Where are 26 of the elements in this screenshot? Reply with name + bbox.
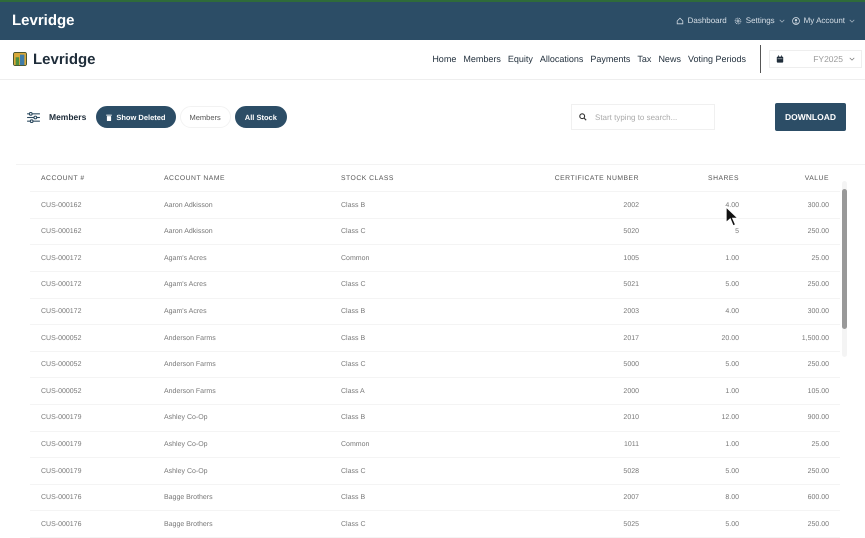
top-link[interactable]: Settings [734, 16, 785, 26]
top-link[interactable]: Dashboard [676, 16, 727, 26]
calendar-icon [776, 55, 784, 64]
caret-icon [849, 57, 855, 62]
nav-link[interactable]: News [658, 54, 681, 64]
nav-link[interactable]: Tax [637, 54, 652, 64]
nav-link[interactable]: Allocations [540, 54, 584, 64]
nav-link[interactable]: Payments [590, 54, 630, 64]
nav-link[interactable]: Home [432, 54, 456, 64]
page-title: Members [49, 112, 86, 122]
download-button[interactable]: DOWNLOAD [775, 103, 846, 132]
search-icon [579, 113, 587, 122]
search-field[interactable]: Start typing to search... [571, 104, 715, 130]
filter-icon[interactable] [27, 112, 40, 123]
home-icon [676, 16, 684, 25]
brand-name: Levridge [12, 12, 75, 30]
scrollbar[interactable] [842, 181, 847, 358]
trash-icon [106, 114, 112, 121]
brand-name: Levridge [33, 50, 96, 68]
user-icon [792, 16, 800, 25]
nav-link[interactable]: Voting Periods [688, 54, 746, 64]
nav-link[interactable]: Equity [508, 54, 533, 64]
top-link[interactable]: My Account [792, 16, 855, 26]
settings-icon [734, 16, 742, 25]
nav-link[interactable]: Members [463, 54, 501, 64]
logo-icon [13, 52, 27, 66]
